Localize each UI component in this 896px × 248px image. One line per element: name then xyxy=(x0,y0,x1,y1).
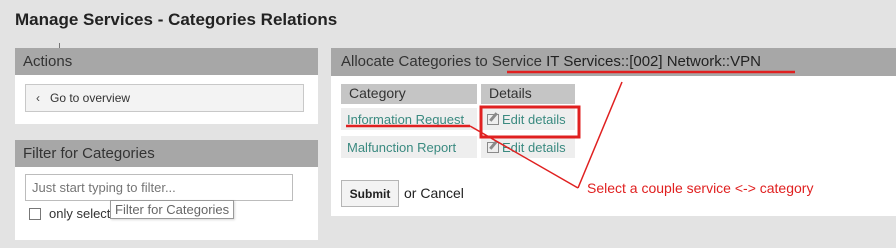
go-to-overview-button[interactable]: ‹ Go to overview xyxy=(25,84,304,112)
filter-panel: Filter for Categories only selected xyxy=(15,140,318,240)
column-header-category: Category xyxy=(341,84,477,104)
go-to-overview-label: Go to overview xyxy=(50,91,131,105)
allocate-title-prefix: Allocate Categories to Service xyxy=(341,53,542,70)
page-title: Manage Services - Categories Relations xyxy=(15,10,338,29)
filter-input[interactable] xyxy=(25,174,293,201)
service-name: IT Services::[002] Network::VPN xyxy=(546,53,761,70)
annotation-label: Select a couple service <-> category xyxy=(587,180,814,196)
edit-details-label: Edit details xyxy=(502,112,566,127)
category-link[interactable]: Information Request xyxy=(341,108,477,130)
chevron-left-icon: ‹ xyxy=(36,91,40,105)
edit-details-link[interactable]: Edit details xyxy=(481,136,575,158)
filter-tooltip: Filter for Categories xyxy=(110,200,235,219)
cancel-link[interactable]: or Cancel xyxy=(404,185,464,201)
edit-details-link[interactable]: Edit details xyxy=(481,108,575,130)
edit-icon xyxy=(487,114,499,125)
category-link[interactable]: Malfunction Report xyxy=(341,136,477,158)
actions-panel-title: Actions xyxy=(15,48,318,75)
actions-panel: Actions ‹ Go to overview xyxy=(15,48,318,124)
edit-icon xyxy=(487,142,499,153)
edit-details-label: Edit details xyxy=(502,140,566,155)
allocate-panel-title: Allocate Categories to Service IT Servic… xyxy=(331,48,896,76)
filter-panel-title: Filter for Categories xyxy=(15,140,318,167)
only-selected-checkbox[interactable] xyxy=(29,207,41,220)
column-header-details: Details xyxy=(481,84,575,104)
submit-button[interactable]: Submit xyxy=(341,180,399,207)
